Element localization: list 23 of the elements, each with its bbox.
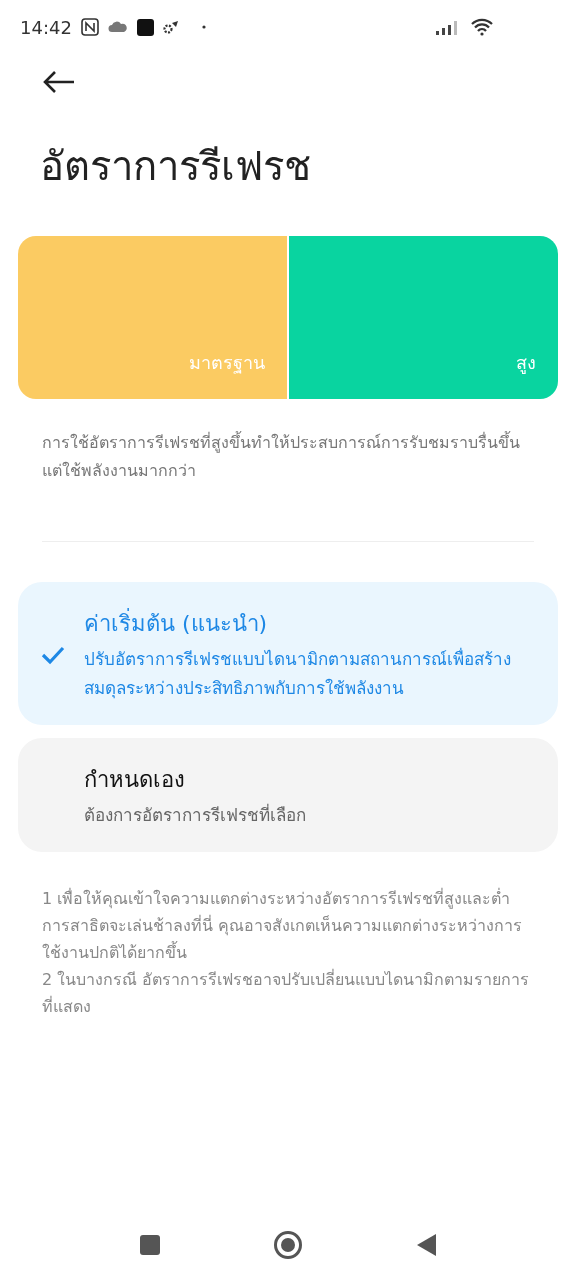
dot-icon: [201, 25, 206, 29]
wifi-icon: [470, 18, 494, 36]
back-arrow-icon[interactable]: [42, 70, 76, 94]
app-icon: [136, 18, 154, 36]
option-description: ปรับอัตราการรีเฟรชแบบไดนามิกตามสถานการณ์เพื่อสร้างสมดุลระหว่างประสิทธิภาพกับการใช้พลังงาน: [84, 646, 512, 701]
check-icon: [40, 644, 66, 665]
description-text: การใช้อัตราการรีเฟรชที่สูงขึ้นทำให้ประสบการณ์การรับชมราบรื่นขึ้น แต่ใช้พลังงานมากกว่า: [42, 430, 521, 482]
preview-label: สูง: [516, 351, 536, 376]
nfc-icon: [80, 18, 99, 36]
footnote-text: 1 เพื่อให้คุณเข้าใจความแตกต่างระหว่างอัตราการรีเฟรชที่สูงและต่ำ การสาธิตจะเล่นช้าลงที่นี่ คุณอาจสังเกตเห็นความแตกต่างระหว่างการใช้งานปกติได้ยากขึ้น: [42, 887, 524, 964]
option-card[interactable]: กำหนดเอง ต้องการอัตราการรีเฟรชที่เลือก: [18, 738, 558, 852]
preview-label: มาตรฐาน: [189, 351, 265, 376]
page-title: อัตราการรีเฟรช: [40, 142, 312, 191]
option-title: กำหนดเอง: [84, 766, 186, 794]
back-icon[interactable]: [415, 1233, 437, 1257]
home-icon[interactable]: [273, 1230, 303, 1260]
gear-icon: [162, 20, 179, 34]
cloud-icon: [107, 21, 128, 33]
footnote-text: 2 ในบางกรณี อัตราการรีเฟรชอาจปรับเปลี่ยนแบบไดนามิกตามรายการที่แสดง: [42, 968, 531, 1018]
recents-icon[interactable]: [139, 1234, 161, 1256]
option-description: ต้องการอัตราการรีเฟรชที่เลือก: [84, 802, 306, 827]
status-time: 14:42: [20, 16, 72, 38]
option-title: ค่าเริ่มต้น (แนะนำ): [84, 606, 528, 641]
